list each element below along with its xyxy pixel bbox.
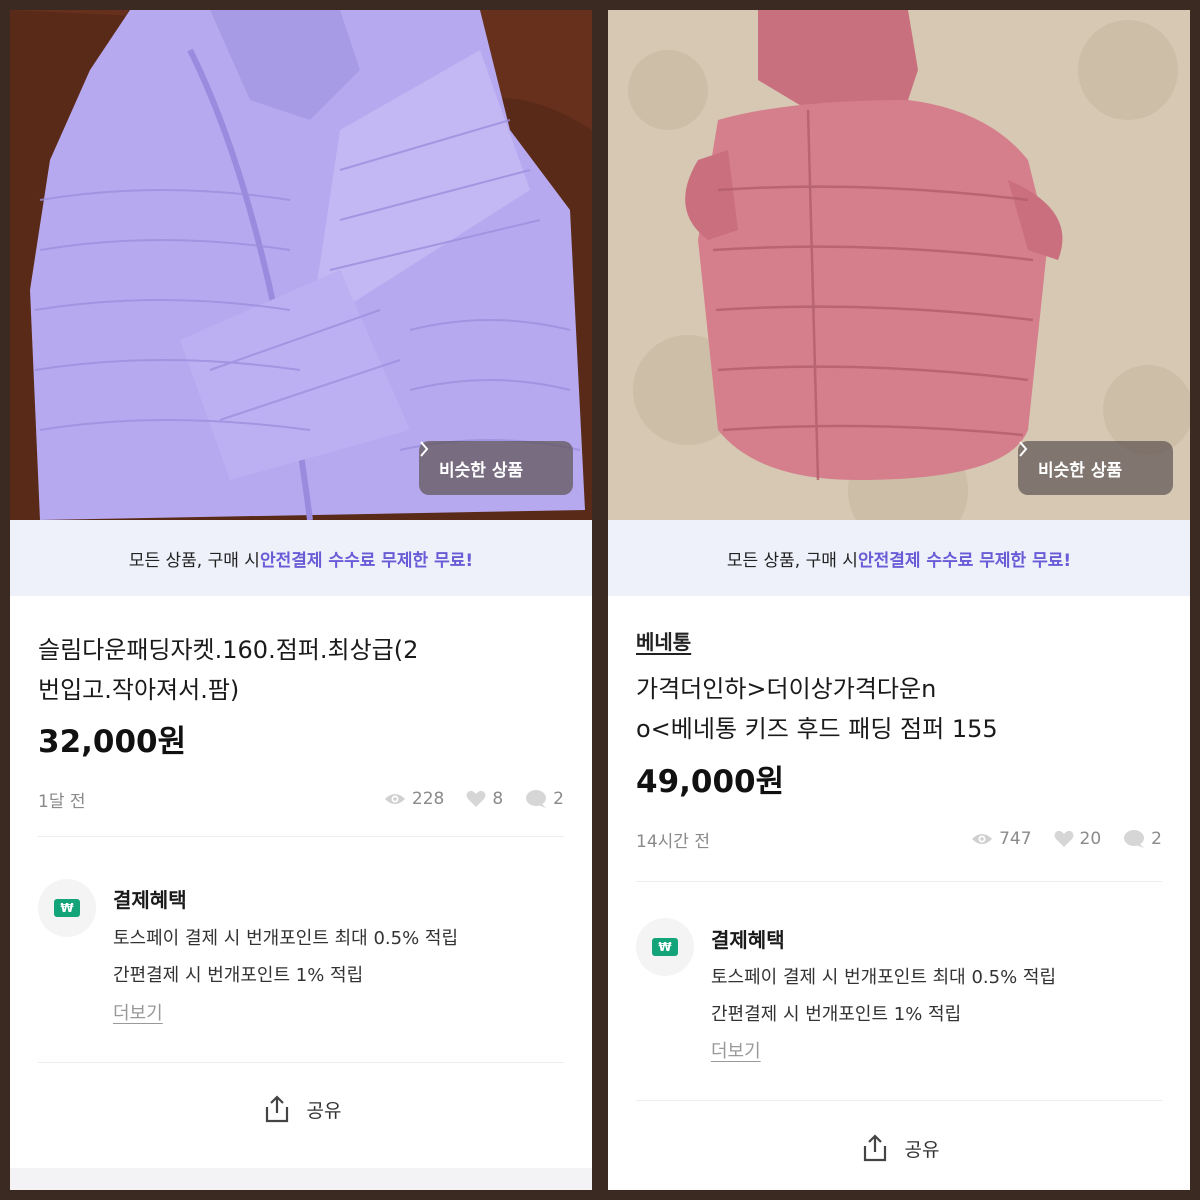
heart-icon <box>466 790 486 807</box>
divider <box>636 881 1162 882</box>
benefit-line: 토스페이 결제 시 번개포인트 최대 0.5% 적립 <box>711 967 1057 988</box>
chat-bubble-icon <box>526 790 547 808</box>
similar-products-label: 비슷한 상품 <box>1038 460 1123 481</box>
share-label: 공유 <box>904 1138 940 1161</box>
safe-payment-banner[interactable]: 모든 상품, 구매 시 안전결제 수수료 무제한 무료! <box>608 520 1190 596</box>
chat-bubble-icon <box>1124 830 1145 848</box>
product-title-line: o<베네통 키즈 후드 패딩 점퍼 155 <box>636 715 998 743</box>
won-payment-icon: ₩ <box>38 879 96 937</box>
product-card-left: 비슷한 상품 모든 상품, 구매 시 안전결제 수수료 무제한 무료! 슬림다운… <box>10 10 592 1190</box>
divider <box>38 1062 564 1063</box>
likes-count: 8 <box>492 789 504 809</box>
product-stats: 747 20 2 <box>971 829 1162 849</box>
similar-products-button[interactable]: 비슷한 상품 <box>419 441 573 495</box>
benefit-line: 간편결제 시 번개포인트 1% 적립 <box>113 965 364 986</box>
chats-count: 2 <box>1151 829 1162 849</box>
banner-highlight: 안전결제 수수료 무제한 무료! <box>259 550 474 571</box>
product-price: 32,000원 <box>38 724 187 760</box>
similar-products-button[interactable]: 비슷한 상품 <box>1018 441 1173 495</box>
product-title-line: 가격더인하>더이상가격다운n <box>636 675 937 703</box>
posted-time: 1달 전 <box>38 791 86 812</box>
product-meta: 14시간 전 747 20 2 <box>636 825 1162 853</box>
banner-text: 모든 상품, 구매 시 <box>726 550 858 571</box>
product-title: 슬림다운패딩자켓.160.점퍼.최상급(2 번입고.작아져서.팜) <box>38 630 558 710</box>
divider <box>636 1100 1162 1101</box>
won-payment-icon: ₩ <box>636 918 694 976</box>
benefit-title: 결제혜택 <box>711 928 785 952</box>
product-title: 가격더인하>더이상가격다운n o<베네통 키즈 후드 패딩 점퍼 155 <box>636 669 1156 749</box>
benefit-line: 토스페이 결제 시 번개포인트 최대 0.5% 적립 <box>113 928 459 949</box>
product-title-line: 번입고.작아져서.팜) <box>38 676 240 704</box>
share-button[interactable]: 공유 <box>10 1093 592 1125</box>
chevron-right-icon <box>1019 441 1028 457</box>
share-icon <box>863 1134 886 1162</box>
divider <box>38 836 564 837</box>
brand-link[interactable]: 베네통 <box>636 626 691 655</box>
product-card-right: 비슷한 상품 모든 상품, 구매 시 안전결제 수수료 무제한 무료! 베네통 … <box>608 10 1190 1190</box>
similar-products-label: 비슷한 상품 <box>439 460 524 481</box>
posted-time: 14시간 전 <box>636 831 710 852</box>
share-icon <box>265 1095 288 1123</box>
product-title-line: 슬림다운패딩자켓.160.점퍼.최상급(2 <box>38 636 419 664</box>
product-stats: 228 8 2 <box>384 789 564 809</box>
share-button[interactable]: 공유 <box>608 1132 1190 1164</box>
banner-highlight: 안전결제 수수료 무제한 무료! <box>857 550 1072 571</box>
more-link[interactable]: 더보기 <box>711 1037 761 1063</box>
product-meta: 1달 전 228 8 2 <box>38 785 564 813</box>
bottom-strip <box>10 1168 592 1190</box>
banner-text: 모든 상품, 구매 시 <box>128 550 260 571</box>
product-photo[interactable]: 비슷한 상품 <box>10 10 592 520</box>
chevron-right-icon <box>420 441 429 457</box>
product-price: 49,000원 <box>636 764 785 800</box>
views-count: 747 <box>999 829 1032 849</box>
benefit-title: 결제혜택 <box>113 888 187 912</box>
share-label: 공유 <box>306 1099 342 1122</box>
views-count: 228 <box>411 789 445 809</box>
heart-icon <box>1054 830 1074 847</box>
chats-count: 2 <box>553 789 564 809</box>
benefit-line: 간편결제 시 번개포인트 1% 적립 <box>711 1004 962 1025</box>
safe-payment-banner[interactable]: 모든 상품, 구매 시 안전결제 수수료 무제한 무료! <box>10 520 592 596</box>
likes-count: 20 <box>1079 829 1102 849</box>
eye-icon <box>384 794 405 804</box>
product-photo[interactable]: 비슷한 상품 <box>608 10 1190 520</box>
more-link[interactable]: 더보기 <box>113 999 163 1025</box>
eye-icon <box>972 834 993 844</box>
